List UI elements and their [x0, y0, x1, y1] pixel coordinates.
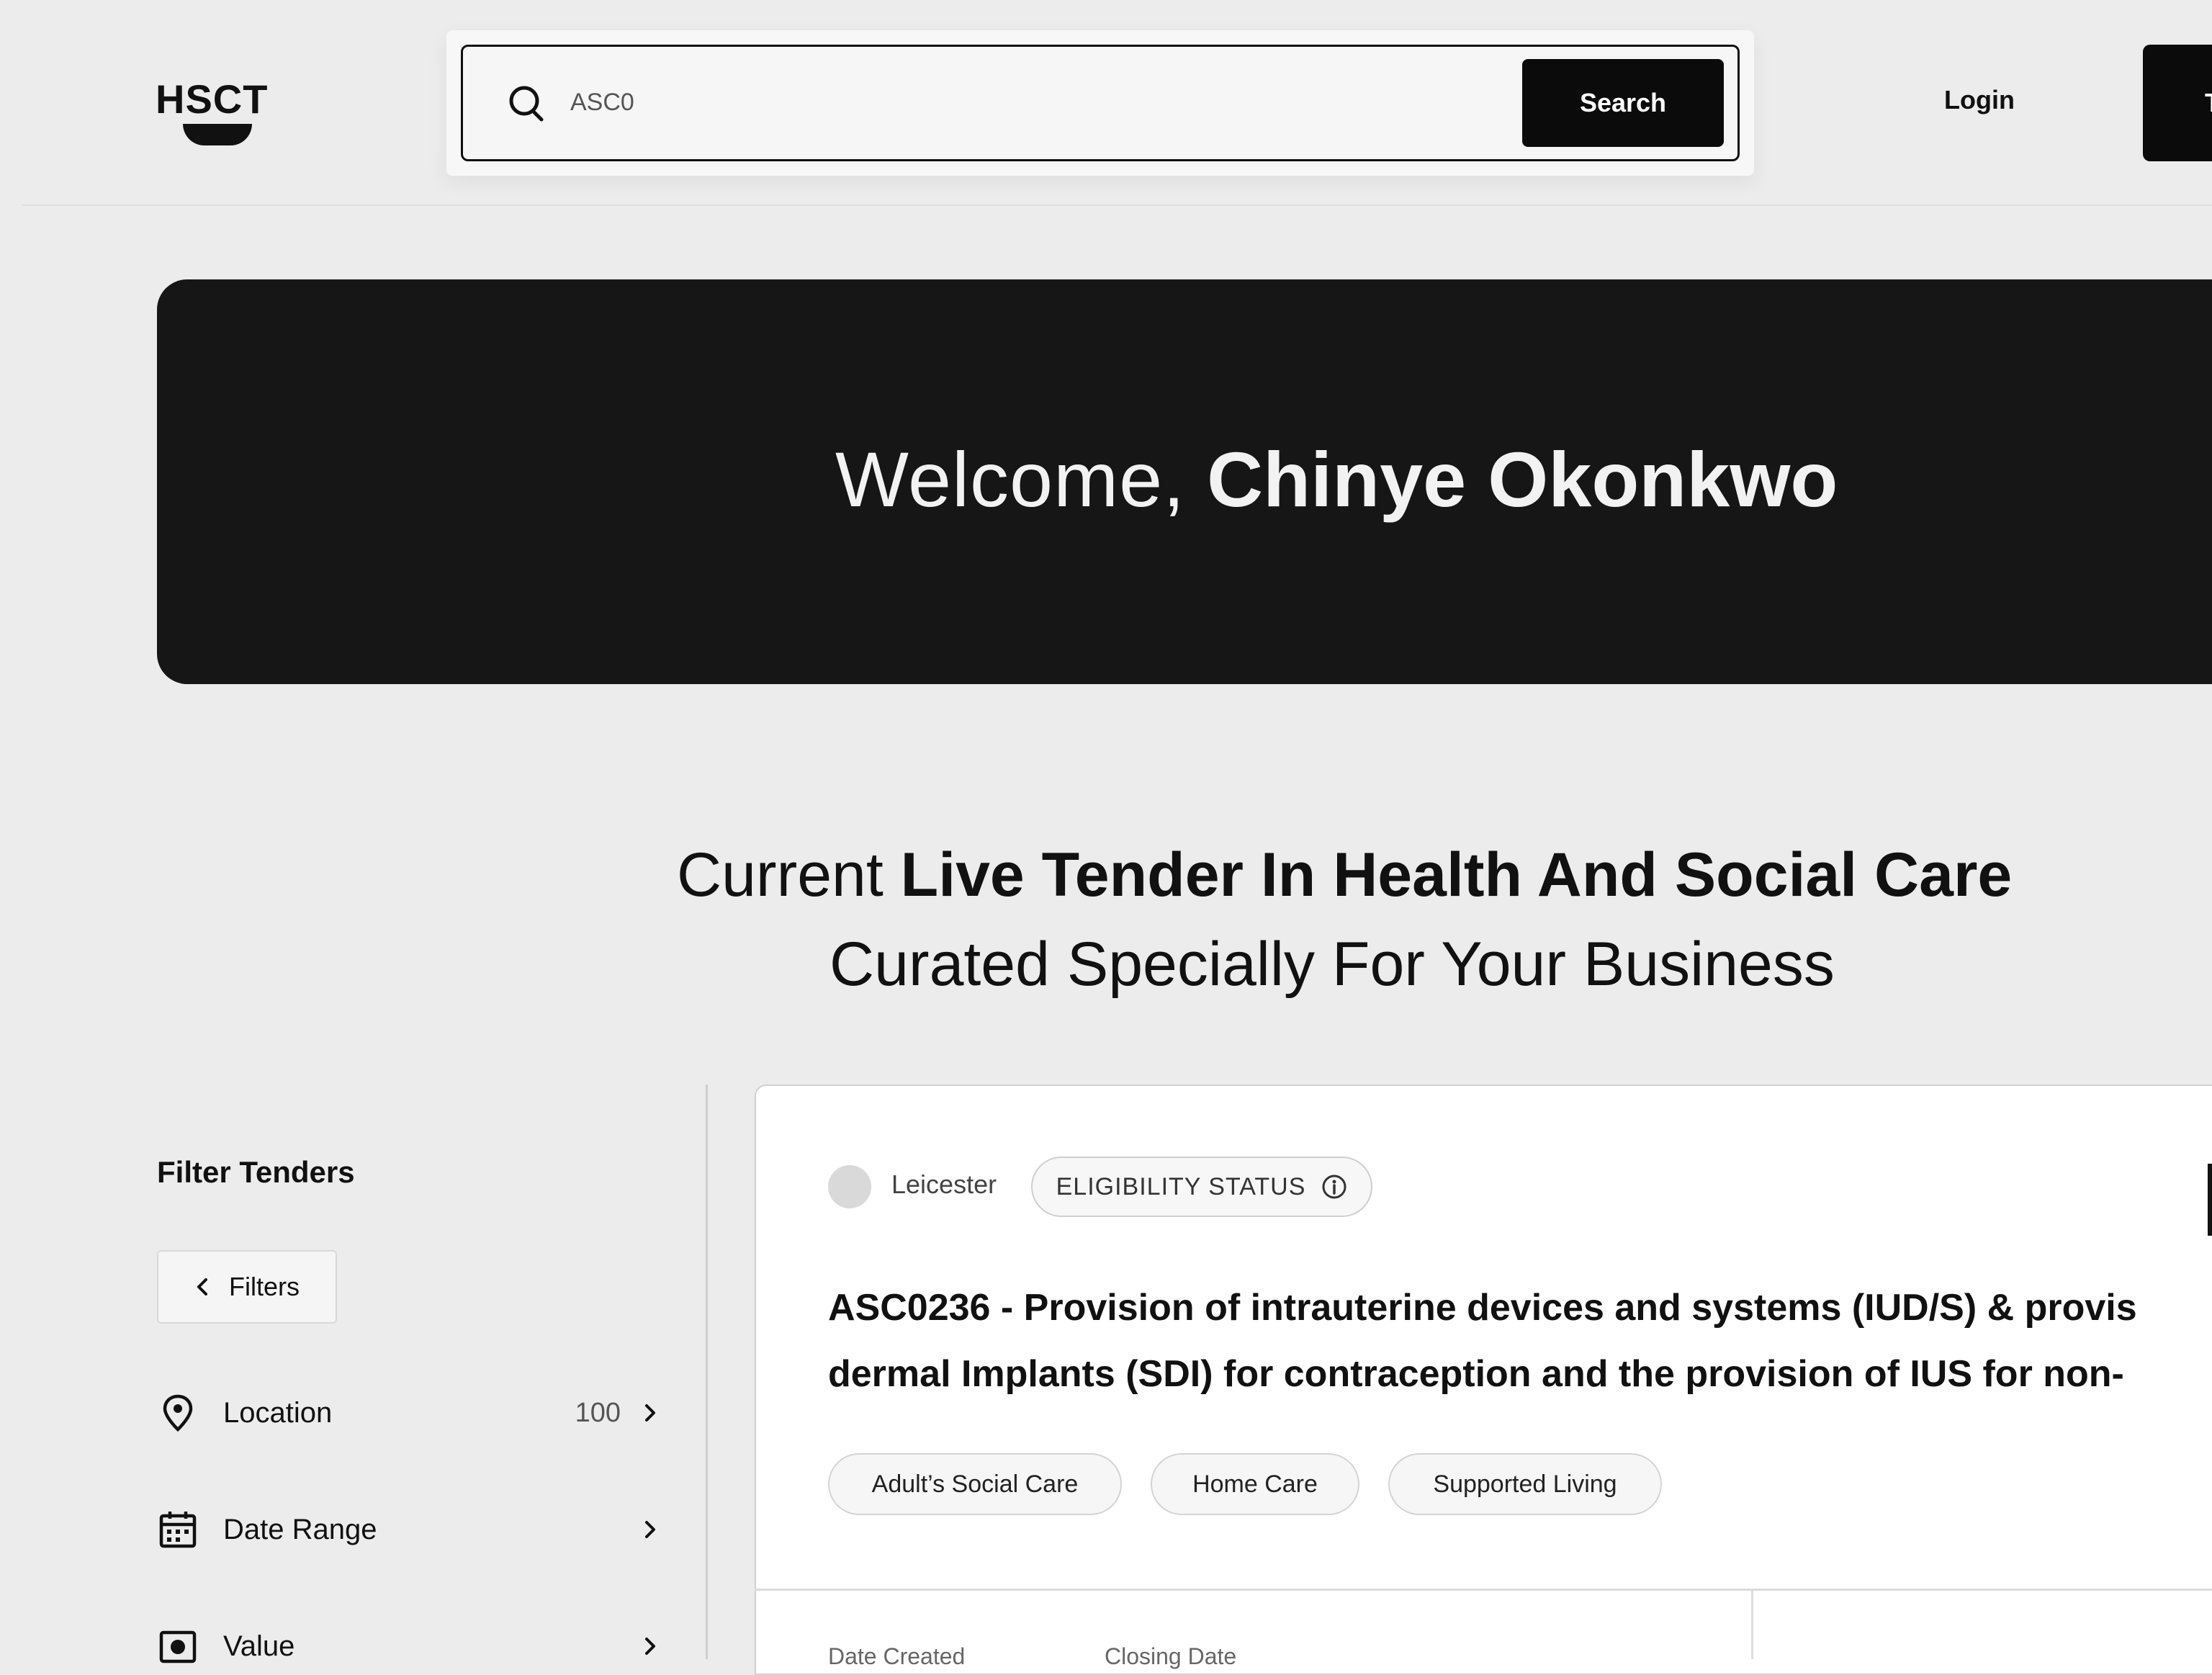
section-subheading: Curated Specially For Your Business	[830, 930, 1835, 999]
category-tag: Adult’s Social Care	[828, 1453, 1122, 1515]
search-button[interactable]: Search	[1522, 59, 1724, 147]
category-tag: Home Care	[1151, 1453, 1359, 1515]
site-logo[interactable]: HSCT	[156, 79, 278, 147]
chevron-right-icon	[645, 1521, 655, 1538]
eligibility-status-badge[interactable]: ELIGIBILITY STATUS	[1031, 1157, 1372, 1217]
welcome-user-name: Chinye Okonkwo	[1207, 436, 1838, 523]
location-pin-icon	[163, 1394, 193, 1432]
filter-item-location[interactable]: Location 100	[157, 1384, 661, 1442]
logo-text: HSCT	[156, 76, 269, 122]
date-created-label: Date Created	[828, 1643, 966, 1669]
location-avatar	[828, 1165, 871, 1208]
search-icon	[507, 84, 547, 124]
filter-item-value[interactable]: Value	[157, 1617, 661, 1675]
filter-item-label: Value	[223, 1630, 295, 1662]
tender-title[interactable]: ASC0236 - Provision of intrauterine devi…	[828, 1275, 2212, 1407]
filter-item-count: 100	[575, 1397, 621, 1428]
header-divider	[22, 205, 2212, 206]
search-input[interactable]	[570, 81, 1492, 124]
card-divider	[755, 1589, 2212, 1591]
filters-button-label: Filters	[229, 1272, 300, 1301]
filter-item-date-range[interactable]: Date Range	[157, 1501, 661, 1558]
logo-smile-shape	[183, 124, 252, 145]
value-icon	[159, 1630, 197, 1663]
chevron-left-icon	[197, 1278, 207, 1295]
card-divider-vertical	[1751, 1589, 1753, 1659]
chevron-right-icon	[645, 1404, 655, 1422]
filter-item-label: Location	[223, 1396, 333, 1429]
tender-location: Leicester	[891, 1169, 997, 1199]
section-heading-prefix: Current	[677, 840, 884, 910]
sidebar-divider	[706, 1085, 708, 1659]
header-cta-button[interactable]: T	[2143, 45, 2212, 161]
welcome-message: Welcome, Chinye Okonkwo	[835, 429, 1838, 530]
closing-date-label: Closing Date	[1105, 1643, 1237, 1669]
eligibility-status-label: ELIGIBILITY STATUS	[1056, 1172, 1306, 1200]
calendar-icon	[159, 1512, 197, 1548]
section-heading-bold: Live Tender In Health And Social Care	[900, 840, 2013, 910]
tender-title-line: dermal Implants (SDI) for contraception …	[828, 1353, 2124, 1395]
welcome-greeting: Welcome,	[835, 436, 1186, 523]
filter-title: Filter Tenders	[157, 1155, 355, 1189]
tender-title-line: ASC0236 - Provision of intrauterine devi…	[828, 1287, 2137, 1329]
category-tag: Supported Living	[1388, 1453, 1662, 1515]
chevron-right-icon	[645, 1638, 655, 1655]
filter-item-label: Date Range	[223, 1513, 377, 1545]
section-heading: Current Live Tender In Health And Social…	[677, 835, 2012, 915]
info-icon	[1322, 1175, 1346, 1199]
card-edge-marker	[2208, 1164, 2212, 1236]
filters-toggle-button[interactable]: Filters	[157, 1250, 337, 1324]
login-link[interactable]: Login	[1944, 85, 2015, 121]
